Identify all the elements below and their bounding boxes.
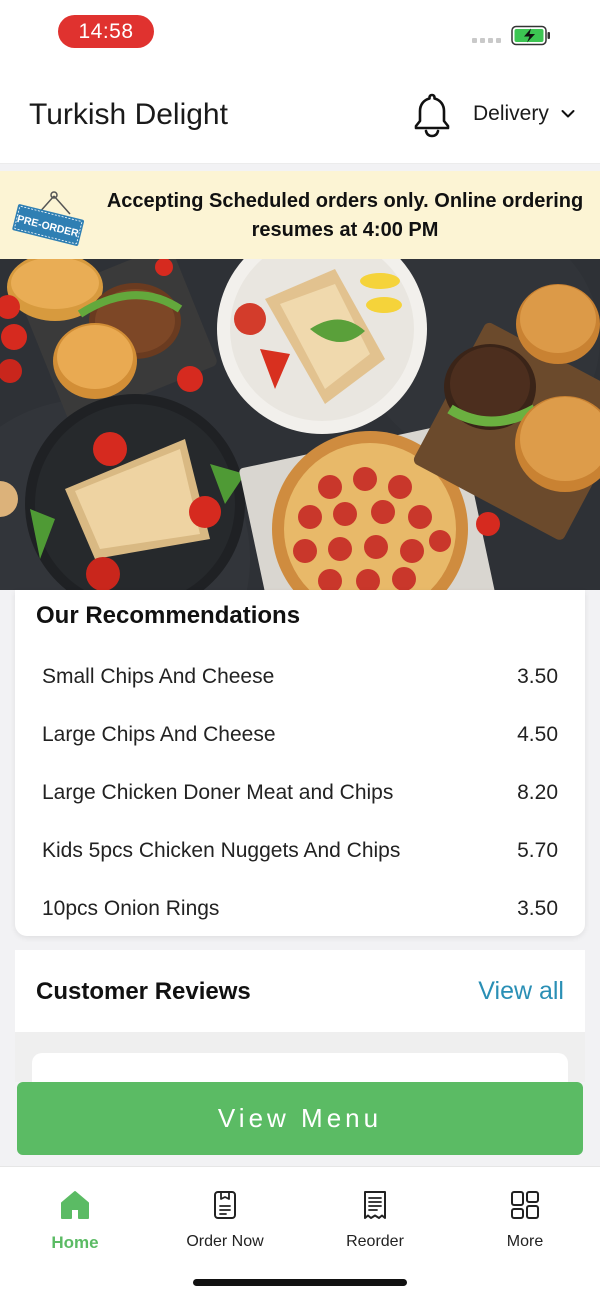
recommendation-item[interactable]: Large Chicken Doner Meat and Chips 8.20 <box>42 764 558 822</box>
recommendation-item[interactable]: Kids 5pcs Chicken Nuggets And Chips 5.70 <box>42 822 558 880</box>
reviews-title: Customer Reviews <box>36 978 251 1005</box>
status-time: 14:58 <box>58 15 154 48</box>
signal-icon <box>472 38 501 43</box>
recommendations-title: Our Recommendations <box>36 602 301 629</box>
hero-food-image <box>0 259 600 590</box>
delivery-mode-label: Delivery <box>473 102 549 125</box>
menu-card-icon <box>214 1191 236 1219</box>
item-name: Large Chicken Doner Meat and Chips <box>42 781 394 804</box>
item-price: 4.50 <box>517 723 558 746</box>
preorder-tag-icon: PRE-ORDER <box>12 191 85 246</box>
tab-home[interactable]: Home <box>10 1189 140 1253</box>
view-menu-button[interactable]: View Menu <box>17 1082 583 1155</box>
restaurant-name: Turkish Delight <box>29 98 228 131</box>
recommendation-item[interactable]: Large Chips And Cheese 4.50 <box>42 706 558 764</box>
preorder-banner: Accepting Scheduled orders only. Online … <box>0 171 600 259</box>
item-price: 8.20 <box>517 781 558 804</box>
recommendation-item[interactable]: 10pcs Onion Rings 3.50 <box>42 880 558 938</box>
view-all-reviews-link[interactable]: View all <box>478 977 564 1006</box>
item-name: Large Chips And Cheese <box>42 723 276 746</box>
banner-message: Accepting Scheduled orders only. Online … <box>106 190 584 241</box>
item-name: Small Chips And Cheese <box>42 665 275 688</box>
recommendation-item[interactable]: Small Chips And Cheese 3.50 <box>42 648 558 706</box>
tab-more[interactable]: More <box>460 1189 590 1251</box>
bottom-tab-bar: Home Order Now Reorder More <box>0 1166 600 1298</box>
home-icon <box>61 1191 89 1219</box>
tab-more-label: More <box>506 1233 544 1250</box>
reviews-area <box>15 1032 585 1093</box>
recommendations-card: Our Recommendations Small Chips And Chee… <box>15 590 585 936</box>
bell-icon[interactable] <box>412 91 452 139</box>
delivery-mode-select[interactable]: Delivery <box>473 102 575 126</box>
item-price: 5.70 <box>517 839 558 862</box>
status-bar: 14:58 <box>0 0 600 64</box>
item-name: Kids 5pcs Chicken Nuggets And Chips <box>42 839 401 862</box>
customer-reviews-header: Customer Reviews View all <box>15 950 585 1032</box>
tab-order-now-label: Order Now <box>186 1233 264 1250</box>
battery-charging-icon <box>511 25 550 46</box>
chevron-down-icon <box>561 110 575 118</box>
food-illustration <box>0 259 600 590</box>
tab-reorder[interactable]: Reorder <box>310 1189 440 1251</box>
home-indicator <box>193 1279 407 1286</box>
item-name: 10pcs Onion Rings <box>42 897 220 920</box>
tab-order-now[interactable]: Order Now <box>160 1189 290 1251</box>
item-price: 3.50 <box>517 665 558 688</box>
grid-icon <box>511 1191 539 1219</box>
receipt-icon <box>364 1191 386 1219</box>
item-price: 3.50 <box>517 897 558 920</box>
recommendations-list: Small Chips And Cheese 3.50 Large Chips … <box>42 648 558 938</box>
tab-reorder-label: Reorder <box>346 1233 404 1250</box>
app-header: Turkish Delight Delivery <box>0 64 600 164</box>
tab-home-label: Home <box>51 1233 99 1252</box>
